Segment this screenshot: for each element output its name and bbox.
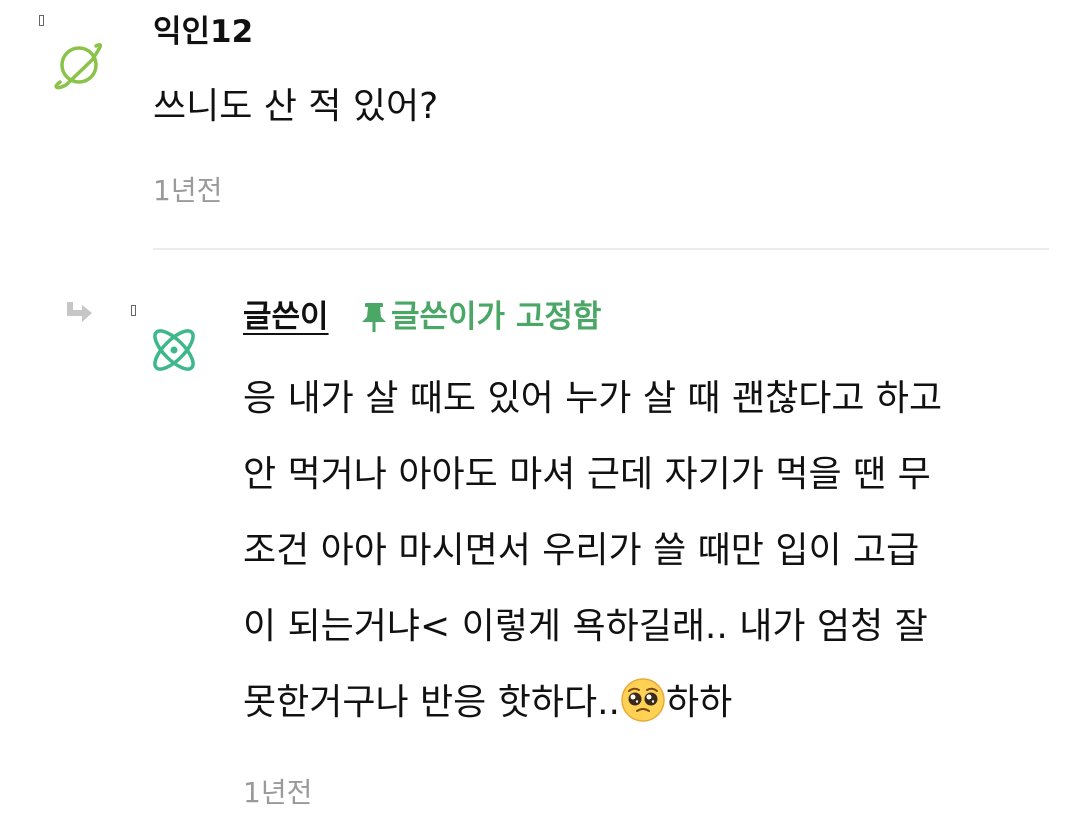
- divider: [153, 248, 1049, 250]
- atom-icon: [146, 322, 202, 378]
- reply-line: 응 내가 살 때도 있어 누가 살 때 괜찮다고 하고: [243, 378, 943, 419]
- pinned-badge: 글쓴이가 고정함: [360, 296, 601, 338]
- reply-text: 응 내가 살 때도 있어 누가 살 때 괜찮다고 하고 안 먹거나 아아도 마셔…: [243, 371, 942, 751]
- reply-author[interactable]: 글쓴이: [243, 296, 329, 338]
- pinned-label: 글쓴이가 고정함: [391, 299, 602, 335]
- reply-arrow-icon: [64, 301, 94, 327]
- comment-text: 쓰니도 산 적 있어?: [153, 86, 439, 127]
- pushpin-icon: [360, 301, 388, 333]
- comment-username[interactable]: 익인12: [153, 12, 253, 52]
- reply-marker-icon: [131, 305, 136, 316]
- comment-timestamp: 1년전: [153, 174, 223, 207]
- reply-line: 안 먹거나 아아도 마셔 근데 자기가 먹을 땐 무: [243, 454, 931, 495]
- reply-line: 이 되는거냐< 이렇게 욕하길래.. 내가 엄청 잘: [243, 606, 928, 647]
- pleading-face-icon: [620, 677, 666, 723]
- comment-marker-icon: [39, 15, 44, 26]
- reply-line-last: 못한거구나 반응 핫하다.. 하하: [243, 675, 942, 751]
- reply-line: 조건 아아 마시면서 우리가 쓸 때만 입이 고급: [243, 530, 920, 571]
- reply-timestamp: 1년전: [243, 776, 313, 809]
- reply-line-suffix: 하하: [665, 682, 733, 723]
- reply-line-text: 못한거구나 반응 핫하다..: [243, 682, 620, 723]
- planet-icon: [52, 40, 106, 90]
